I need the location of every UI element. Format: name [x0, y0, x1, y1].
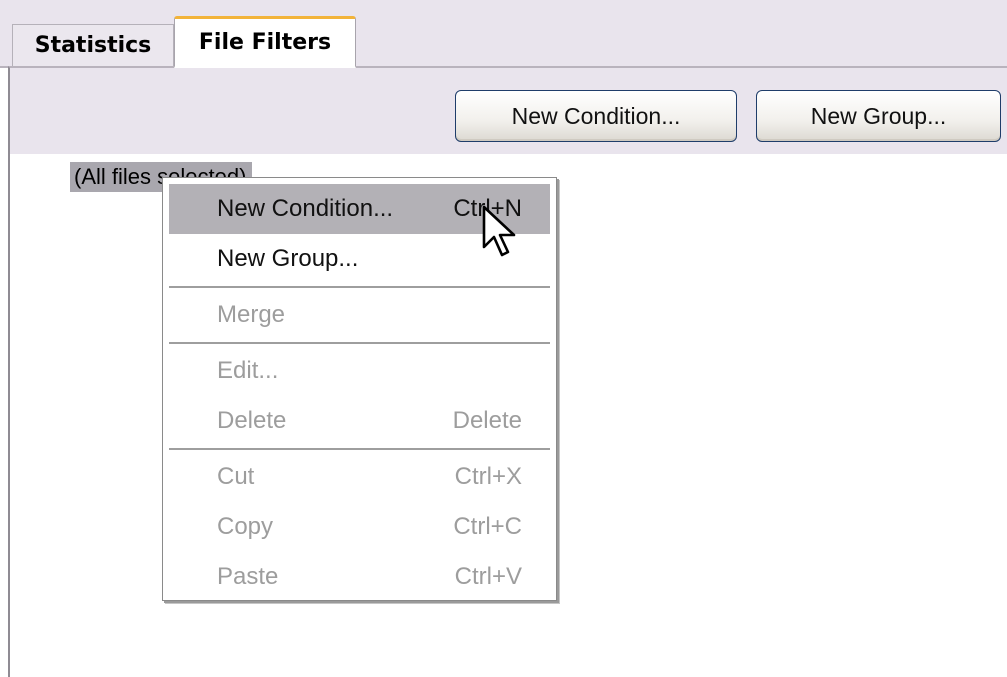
menu-item-edit[interactable]: Edit... [169, 346, 550, 396]
menu-item-merge[interactable]: Merge [169, 290, 550, 340]
menu-item-label: New Group... [217, 245, 359, 272]
menu-separator [169, 342, 550, 344]
menu-separator [169, 448, 550, 450]
menu-item-label: Copy [217, 513, 274, 540]
new-condition-button[interactable]: New Condition... [455, 90, 737, 142]
file-filters-window: Statistics File Filters New Condition...… [0, 0, 1007, 677]
menu-item-label: Paste [217, 563, 279, 590]
menu-item-label: Merge [217, 301, 286, 328]
menu-item-shortcut: Ctrl+V [454, 563, 522, 590]
new-group-button[interactable]: New Group... [756, 90, 1001, 142]
menu-item-label: Cut [217, 463, 255, 490]
menu-item-label: New Condition... [217, 195, 394, 222]
menu-separator [169, 286, 550, 288]
menu-item-delete[interactable]: Delete Delete [169, 396, 550, 446]
tab-strip: Statistics File Filters [0, 0, 1007, 68]
menu-item-cut[interactable]: Cut Ctrl+X [169, 452, 550, 502]
menu-item-shortcut: Ctrl+X [454, 463, 522, 490]
menu-item-copy[interactable]: Copy Ctrl+C [169, 502, 550, 552]
tab-statistics[interactable]: Statistics [12, 24, 174, 66]
menu-item-paste[interactable]: Paste Ctrl+V [169, 552, 550, 602]
menu-item-shortcut: Delete [452, 407, 522, 434]
menu-item-label: Delete [217, 407, 287, 434]
menu-item-shortcut: Ctrl+C [453, 513, 522, 540]
tab-file-filters[interactable]: File Filters [174, 16, 356, 68]
menu-item-label: Edit... [217, 357, 279, 384]
filter-toolbar: New Condition... New Group... [10, 68, 1007, 154]
arrow-cursor-icon [482, 205, 516, 257]
